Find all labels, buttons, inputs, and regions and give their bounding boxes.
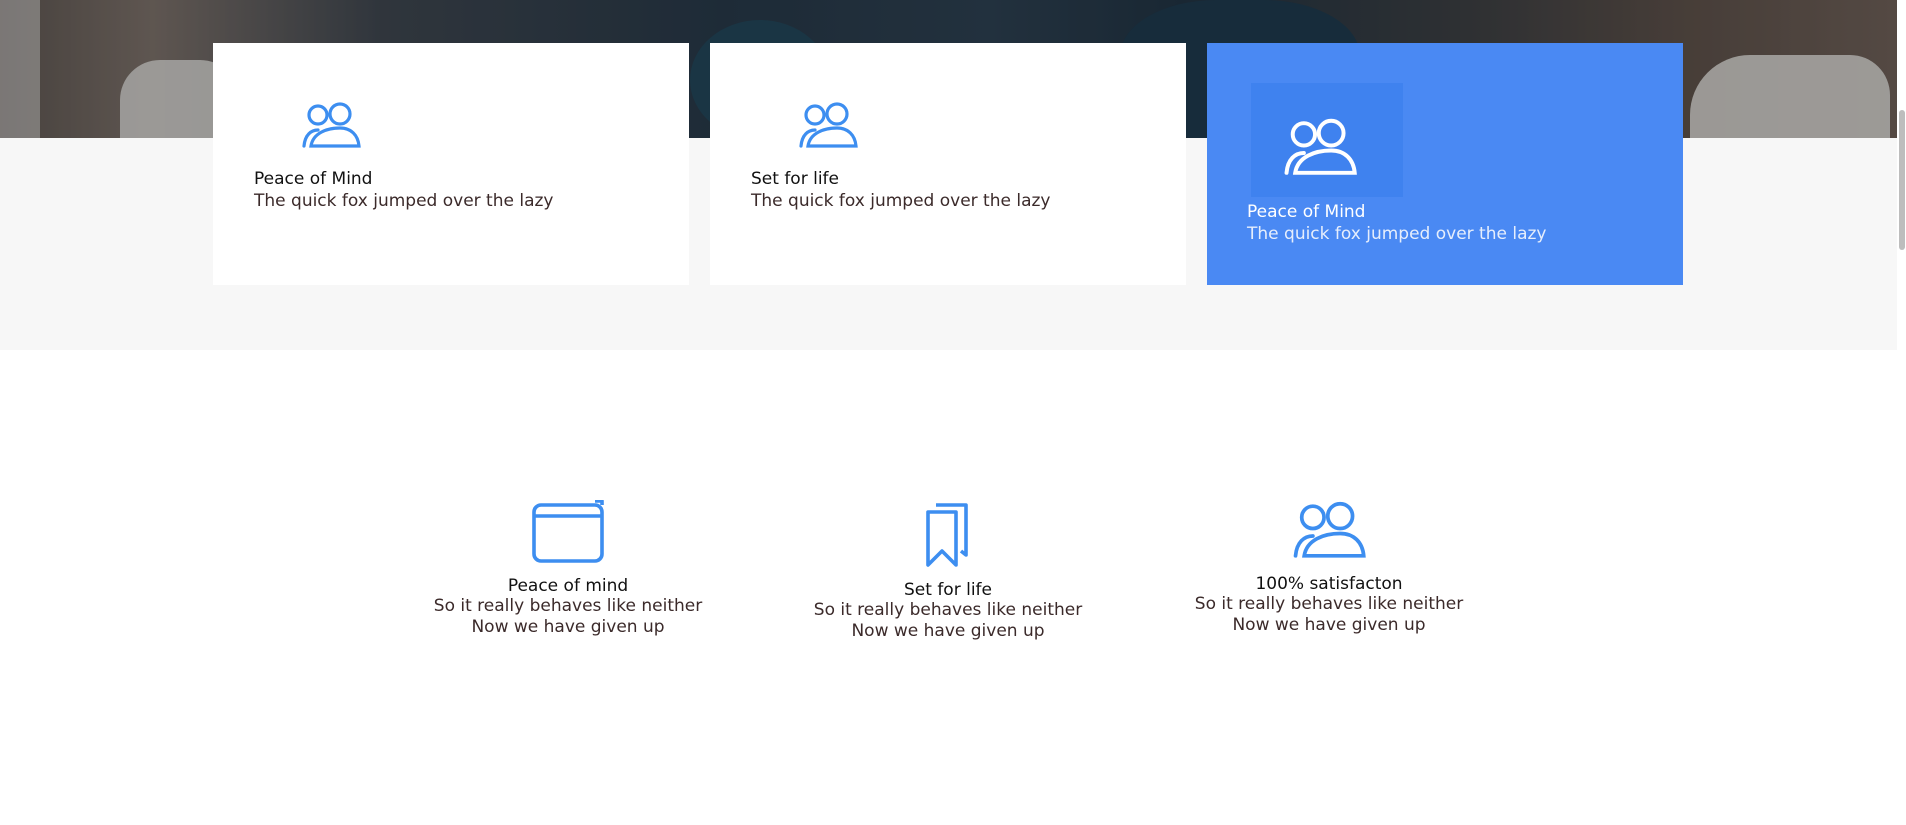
feature-line: Now we have given up <box>471 617 665 637</box>
feature-title: 100% satisfacton <box>1255 574 1403 594</box>
feature-line: Now we have given up <box>1232 615 1426 635</box>
card-title: Peace of Mind <box>254 169 373 189</box>
card-row: Peace of Mind The quick fox jumped over … <box>213 43 1683 285</box>
card-text: The quick fox jumped over the lazy <box>1247 224 1547 244</box>
card-text: The quick fox jumped over the lazy <box>254 191 554 211</box>
browser-window-icon <box>532 500 604 563</box>
users-icon <box>302 102 361 148</box>
card-title: Set for life <box>751 169 839 189</box>
feature-title: Set for life <box>904 580 992 600</box>
feature-peace-of-mind: Peace of mind So it really behaves like … <box>378 500 758 638</box>
feature-line: So it really behaves like neither <box>433 596 703 616</box>
card-title: Peace of Mind <box>1247 202 1366 222</box>
feature-line: Now we have given up <box>851 621 1045 641</box>
scrollbar[interactable] <box>1897 0 1906 825</box>
users-icon <box>799 102 858 148</box>
feature-line: So it really behaves like neither <box>813 600 1083 620</box>
feature-satisfaction: 100% satisfacton So it really behaves li… <box>1139 500 1519 636</box>
users-icon <box>1293 501 1366 558</box>
feature-line: So it really behaves like neither <box>1194 594 1464 614</box>
card-peace-of-mind[interactable]: Peace of Mind The quick fox jumped over … <box>213 43 689 285</box>
bookmark-icon <box>926 503 968 567</box>
card-peace-of-mind-active[interactable]: Peace of Mind The quick fox jumped over … <box>1207 43 1683 285</box>
feature-title: Peace of mind <box>507 576 629 596</box>
feature-set-for-life: Set for life So it really behaves like n… <box>758 502 1138 642</box>
users-icon <box>1284 118 1357 175</box>
scrollbar-thumb[interactable] <box>1899 110 1905 250</box>
card-set-for-life[interactable]: Set for life The quick fox jumped over t… <box>710 43 1186 285</box>
card-text: The quick fox jumped over the lazy <box>751 191 1051 211</box>
